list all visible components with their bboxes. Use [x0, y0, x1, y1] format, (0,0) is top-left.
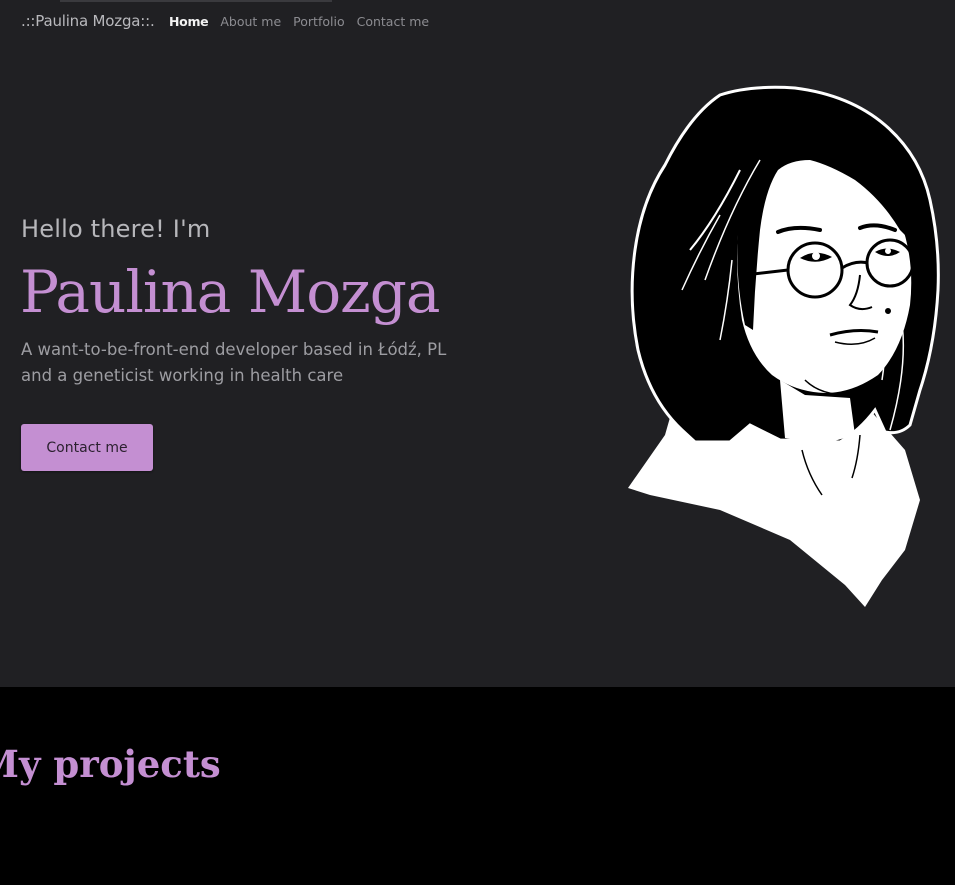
nav-link-about[interactable]: About me: [220, 14, 281, 29]
hero-name: Paulina Mozga: [20, 258, 440, 326]
hero-tagline-line-2: and a geneticist working in health care: [21, 366, 344, 385]
hero-tagline-line-1: A want-to-be-front-end developer based i…: [21, 340, 447, 359]
portrait-illustration: [628, 85, 940, 607]
contact-me-button[interactable]: Contact me: [21, 424, 153, 471]
hero-greeting: Hello there! I'm: [21, 215, 211, 243]
nav-link-home[interactable]: Home: [169, 14, 209, 29]
nav-link-contact[interactable]: Contact me: [357, 14, 429, 29]
projects-section-title: My projects: [0, 742, 221, 786]
navbar: .::Paulina Mozga::. Home About me Portfo…: [0, 0, 955, 44]
hero-section: .::Paulina Mozga::. Home About me Portfo…: [0, 0, 955, 687]
brand-logo[interactable]: .::Paulina Mozga::.: [21, 12, 155, 30]
nav-links: Home About me Portfolio Contact me: [169, 14, 429, 29]
hero-tagline: A want-to-be-front-end developer based i…: [21, 337, 491, 389]
nav-link-portfolio[interactable]: Portfolio: [293, 14, 344, 29]
